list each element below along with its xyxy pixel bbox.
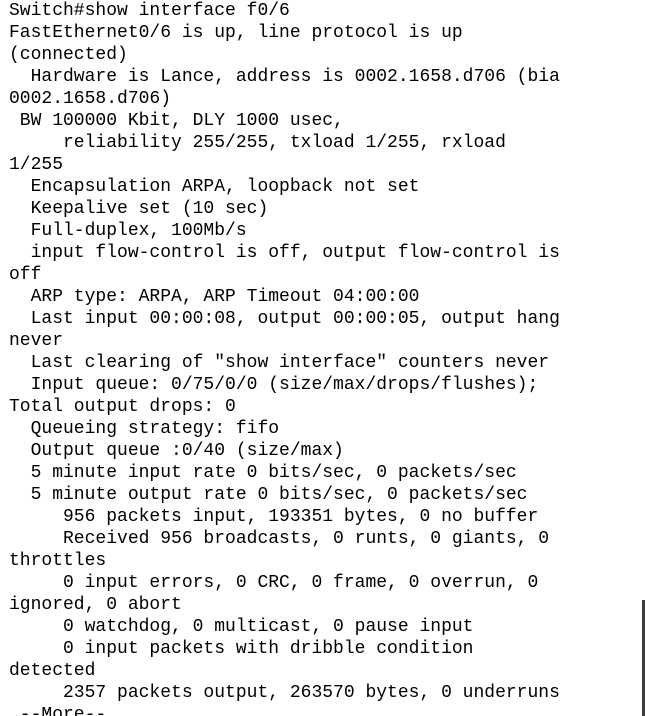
terminal-line: 1/255 [9,155,64,175]
terminal-line: 5 minute input rate 0 bits/sec, 0 packet… [9,463,517,483]
terminal-line: 5 minute output rate 0 bits/sec, 0 packe… [9,485,528,505]
terminal-line: off [9,265,42,285]
terminal-line: Output queue :0/40 (size/max) [9,441,344,461]
terminal-line: 0 input errors, 0 CRC, 0 frame, 0 overru… [9,573,539,593]
terminal-line: (connected) [9,45,128,65]
terminal-line: Switch#show interface f0/6 [9,1,290,21]
terminal-line: Received 956 broadcasts, 0 runts, 0 gian… [9,529,550,549]
terminal-line: 0 watchdog, 0 multicast, 0 pause input [9,617,474,637]
terminal-line: ARP type: ARPA, ARP Timeout 04:00:00 [9,287,420,307]
scrollbar-thumb[interactable] [642,600,645,716]
terminal-line: Input queue: 0/75/0/0 (size/max/drops/fl… [9,375,539,395]
terminal-line: Last input 00:00:08, output 00:00:05, ou… [9,309,560,329]
terminal-line: Hardware is Lance, address is 0002.1658.… [9,67,560,87]
terminal-output: Switch#show interface f0/6 FastEthernet0/… [9,0,629,716]
terminal-line: throttles [9,551,107,571]
terminal-line: 0 input packets with dribble condition [9,639,474,659]
terminal-line: reliability 255/255, txload 1/255, rxloa… [9,133,506,153]
vertical-scrollbar[interactable] [638,0,646,716]
terminal-window[interactable]: Switch#show interface f0/6 FastEthernet0/… [0,0,646,716]
more-prompt: --More-- [9,705,107,716]
terminal-line: Encapsulation ARPA, loopback not set [9,177,420,197]
terminal-line: ignored, 0 abort [9,595,182,615]
terminal-line: Total output drops: 0 [9,397,236,417]
terminal-line: 956 packets input, 193351 bytes, 0 no bu… [9,507,539,527]
terminal-line: FastEthernet0/6 is up, line protocol is … [9,23,463,43]
terminal-line: 0002.1658.d706) [9,89,172,109]
terminal-line: never [9,331,64,351]
terminal-line: input flow-control is off, output flow-c… [9,243,560,263]
terminal-line: Full-duplex, 100Mb/s [9,221,247,241]
terminal-line: 2357 packets output, 263570 bytes, 0 und… [9,683,560,703]
terminal-line: Last clearing of "show interface" counte… [9,353,550,373]
terminal-line: Queueing strategy: fifo [9,419,280,439]
terminal-line: detected [9,661,96,681]
terminal-line: Keepalive set (10 sec) [9,199,269,219]
terminal-line: BW 100000 Kbit, DLY 1000 usec, [9,111,344,131]
